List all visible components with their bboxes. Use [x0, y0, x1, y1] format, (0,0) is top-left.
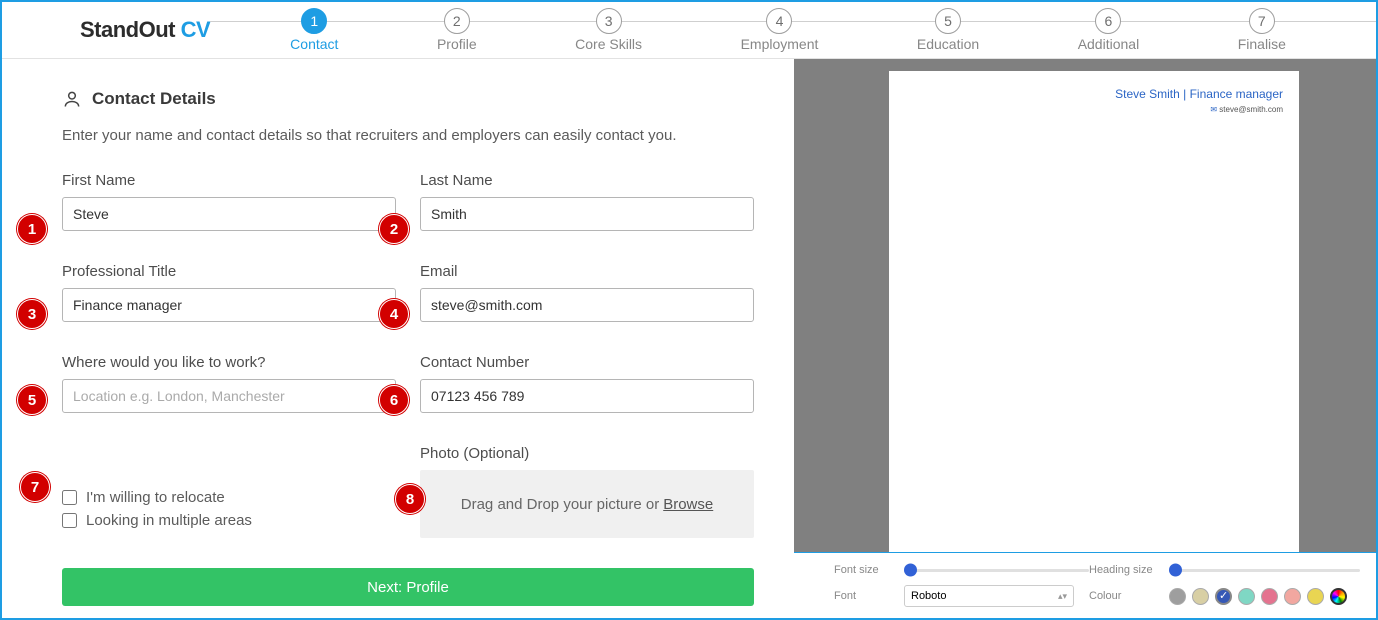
logo-text-2: CV	[181, 17, 211, 42]
step-employment[interactable]: 4 Employment	[741, 8, 819, 52]
top-bar: StandOut CV 1 Contact 2 Profile 3 Core Ski…	[2, 2, 1376, 59]
colour-swatch[interactable]	[1192, 588, 1209, 605]
checkbox-column: I'm willing to relocate Looking in multi…	[62, 445, 396, 538]
email-label: Email	[420, 263, 754, 280]
step-label: Profile	[437, 36, 477, 52]
photo-dropzone[interactable]: Drag and Drop your picture or Browse	[420, 470, 754, 538]
multiple-areas-check-row[interactable]: Looking in multiple areas	[62, 512, 396, 529]
annotation-badge-5: 5	[17, 385, 47, 415]
annotation-badge-7: 7	[20, 472, 50, 502]
annotation-badge-6: 6	[379, 385, 409, 415]
email-field: Email	[420, 263, 754, 322]
multiple-areas-checkbox[interactable]	[62, 513, 77, 528]
location-label: Where would you like to work?	[62, 354, 396, 371]
cv-preview-page: Steve Smith | Finance manager ✉ steve@sm…	[889, 71, 1299, 611]
step-label: Finalise	[1238, 36, 1286, 52]
form-panel: Contact Details Enter your name and cont…	[2, 59, 794, 618]
person-icon	[62, 89, 82, 109]
relocate-label: I'm willing to relocate	[86, 489, 225, 506]
step-contact[interactable]: 1 Contact	[290, 8, 338, 52]
preview-panel: Steve Smith | Finance manager ✉ steve@sm…	[794, 59, 1376, 618]
step-circle: 4	[766, 8, 792, 34]
colour-label: Colour	[1089, 590, 1169, 602]
first-name-input[interactable]	[62, 197, 396, 231]
annotation-badge-4: 4	[379, 299, 409, 329]
font-size-slider[interactable]	[904, 563, 1089, 577]
annotation-badge-2: 2	[379, 214, 409, 244]
browse-link[interactable]: Browse	[663, 496, 713, 513]
style-panel: Font size Heading size Font	[794, 552, 1376, 618]
preview-email: steve@smith.com	[1219, 105, 1283, 114]
chevron-updown-icon: ▴▾	[1058, 592, 1067, 601]
colour-swatch[interactable]	[1238, 588, 1255, 605]
step-circle: 5	[935, 8, 961, 34]
preview-email-row: ✉ steve@smith.com	[905, 105, 1283, 114]
main-area: Contact Details Enter your name and cont…	[2, 59, 1376, 618]
section-header: Contact Details	[62, 89, 754, 109]
title-field: Professional Title	[62, 263, 396, 322]
relocate-check-row[interactable]: I'm willing to relocate	[62, 489, 396, 506]
multiple-areas-label: Looking in multiple areas	[86, 512, 252, 529]
section-description: Enter your name and contact details so t…	[62, 127, 754, 144]
last-name-input[interactable]	[420, 197, 754, 231]
section-title: Contact Details	[92, 89, 216, 109]
preview-name-title: Steve Smith | Finance manager	[905, 87, 1283, 101]
step-core-skills[interactable]: 3 Core Skills	[575, 8, 642, 52]
annotation-badge-8: 8	[395, 484, 425, 514]
step-circle: 3	[596, 8, 622, 34]
photo-label: Photo (Optional)	[420, 445, 754, 462]
step-additional[interactable]: 6 Additional	[1078, 8, 1140, 52]
first-name-label: First Name	[62, 172, 396, 189]
colour-swatches	[1169, 588, 1360, 605]
last-name-label: Last Name	[420, 172, 754, 189]
location-input[interactable]	[62, 379, 396, 413]
location-field: Where would you like to work?	[62, 354, 396, 413]
heading-size-label: Heading size	[1089, 564, 1169, 576]
colour-swatch[interactable]	[1215, 588, 1232, 605]
last-name-field: Last Name	[420, 172, 754, 231]
title-input[interactable]	[62, 288, 396, 322]
font-size-label: Font size	[834, 564, 904, 576]
first-name-field: First Name	[62, 172, 396, 231]
colour-swatch[interactable]	[1169, 588, 1186, 605]
logo: StandOut CV	[80, 17, 210, 43]
step-label: Additional	[1078, 36, 1140, 52]
mail-icon: ✉	[1210, 105, 1217, 114]
step-circle: 2	[444, 8, 470, 34]
colour-swatch[interactable]	[1330, 588, 1347, 605]
font-label: Font	[834, 590, 904, 602]
step-circle: 1	[301, 8, 327, 34]
step-education[interactable]: 5 Education	[917, 8, 979, 52]
font-select-value: Roboto	[911, 590, 946, 602]
dropzone-text: Drag and Drop your picture or	[461, 496, 659, 513]
phone-label: Contact Number	[420, 354, 754, 371]
progress-steps: 1 Contact 2 Profile 3 Core Skills 4 Employm…	[210, 8, 1376, 52]
photo-column: Photo (Optional) Drag and Drop your pict…	[420, 445, 754, 538]
relocate-checkbox[interactable]	[62, 490, 77, 505]
step-circle: 7	[1249, 8, 1275, 34]
font-select[interactable]: Roboto ▴▾	[904, 585, 1074, 607]
title-label: Professional Title	[62, 263, 396, 280]
colour-swatch[interactable]	[1307, 588, 1324, 605]
colour-swatch[interactable]	[1261, 588, 1278, 605]
step-finalise[interactable]: 7 Finalise	[1238, 8, 1286, 52]
email-input[interactable]	[420, 288, 754, 322]
step-label: Core Skills	[575, 36, 642, 52]
colour-swatch[interactable]	[1284, 588, 1301, 605]
step-label: Education	[917, 36, 979, 52]
step-label: Contact	[290, 36, 338, 52]
step-circle: 6	[1095, 8, 1121, 34]
heading-size-slider[interactable]	[1169, 563, 1360, 577]
phone-input[interactable]	[420, 379, 754, 413]
step-profile[interactable]: 2 Profile	[437, 8, 477, 52]
phone-field: Contact Number	[420, 354, 754, 413]
step-label: Employment	[741, 36, 819, 52]
annotation-badge-1: 1	[17, 214, 47, 244]
annotation-badge-3: 3	[17, 299, 47, 329]
logo-text-1: StandOut	[80, 17, 181, 42]
next-profile-button[interactable]: Next: Profile	[62, 568, 754, 606]
